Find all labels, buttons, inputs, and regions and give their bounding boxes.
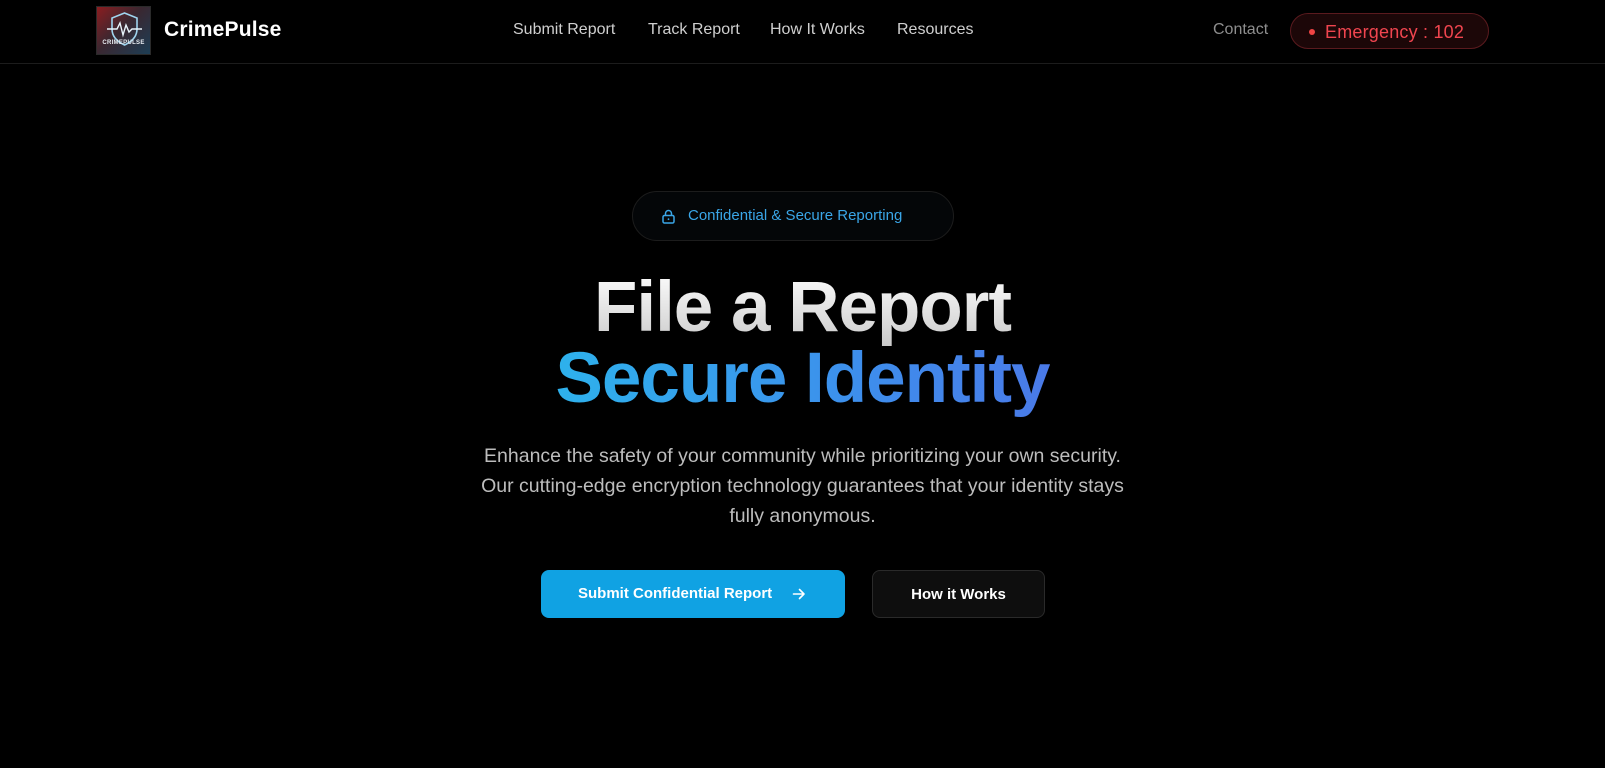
how-it-works-button[interactable]: How it Works xyxy=(872,570,1045,618)
badge-text: Confidential & Secure Reporting xyxy=(688,207,903,224)
arrow-right-icon xyxy=(792,587,806,604)
nav-track-report[interactable]: Track Report xyxy=(648,21,740,39)
hero-title-line-2: Secure Identity xyxy=(0,339,1605,419)
emergency-button[interactable]: Emergency : 102 xyxy=(1290,13,1489,49)
lock-icon xyxy=(661,209,676,229)
nav-contact[interactable]: Contact xyxy=(1213,21,1268,39)
nav-how-it-works[interactable]: How It Works xyxy=(770,21,865,39)
submit-button-label: Submit Confidential Report xyxy=(578,585,773,602)
crimepulse-logo[interactable]: CRIMEPULSE xyxy=(96,6,151,55)
hero-title-line-1: File a Report xyxy=(0,268,1605,348)
logo-text: CRIMEPULSE xyxy=(102,40,145,46)
page: CRIMEPULSE CrimePulse Submit Report Trac… xyxy=(0,0,1605,768)
emergency-dot-icon xyxy=(1309,29,1315,35)
submit-confidential-report-button[interactable]: Submit Confidential Report xyxy=(541,570,845,618)
description-line-2: Our cutting-edge encryption technology g… xyxy=(481,475,1124,497)
site-header: CRIMEPULSE CrimePulse Submit Report Trac… xyxy=(0,0,1605,64)
nav-submit-report[interactable]: Submit Report xyxy=(513,21,615,39)
secure-reporting-badge: Confidential & Secure Reporting xyxy=(632,191,954,241)
emergency-label: Emergency : 102 xyxy=(1325,22,1465,42)
hero-description: Enhance the safety of your community whi… xyxy=(402,441,1203,531)
shield-pulse-icon xyxy=(107,12,142,46)
hero-title-highlight: Secure Identity xyxy=(555,339,1051,418)
nav-resources[interactable]: Resources xyxy=(897,21,973,39)
how-it-works-button-label: How it Works xyxy=(911,586,1006,603)
description-line-3: fully anonymous. xyxy=(729,505,876,527)
description-line-1: Enhance the safety of your community whi… xyxy=(484,445,1121,467)
brand-name[interactable]: CrimePulse xyxy=(164,18,282,42)
